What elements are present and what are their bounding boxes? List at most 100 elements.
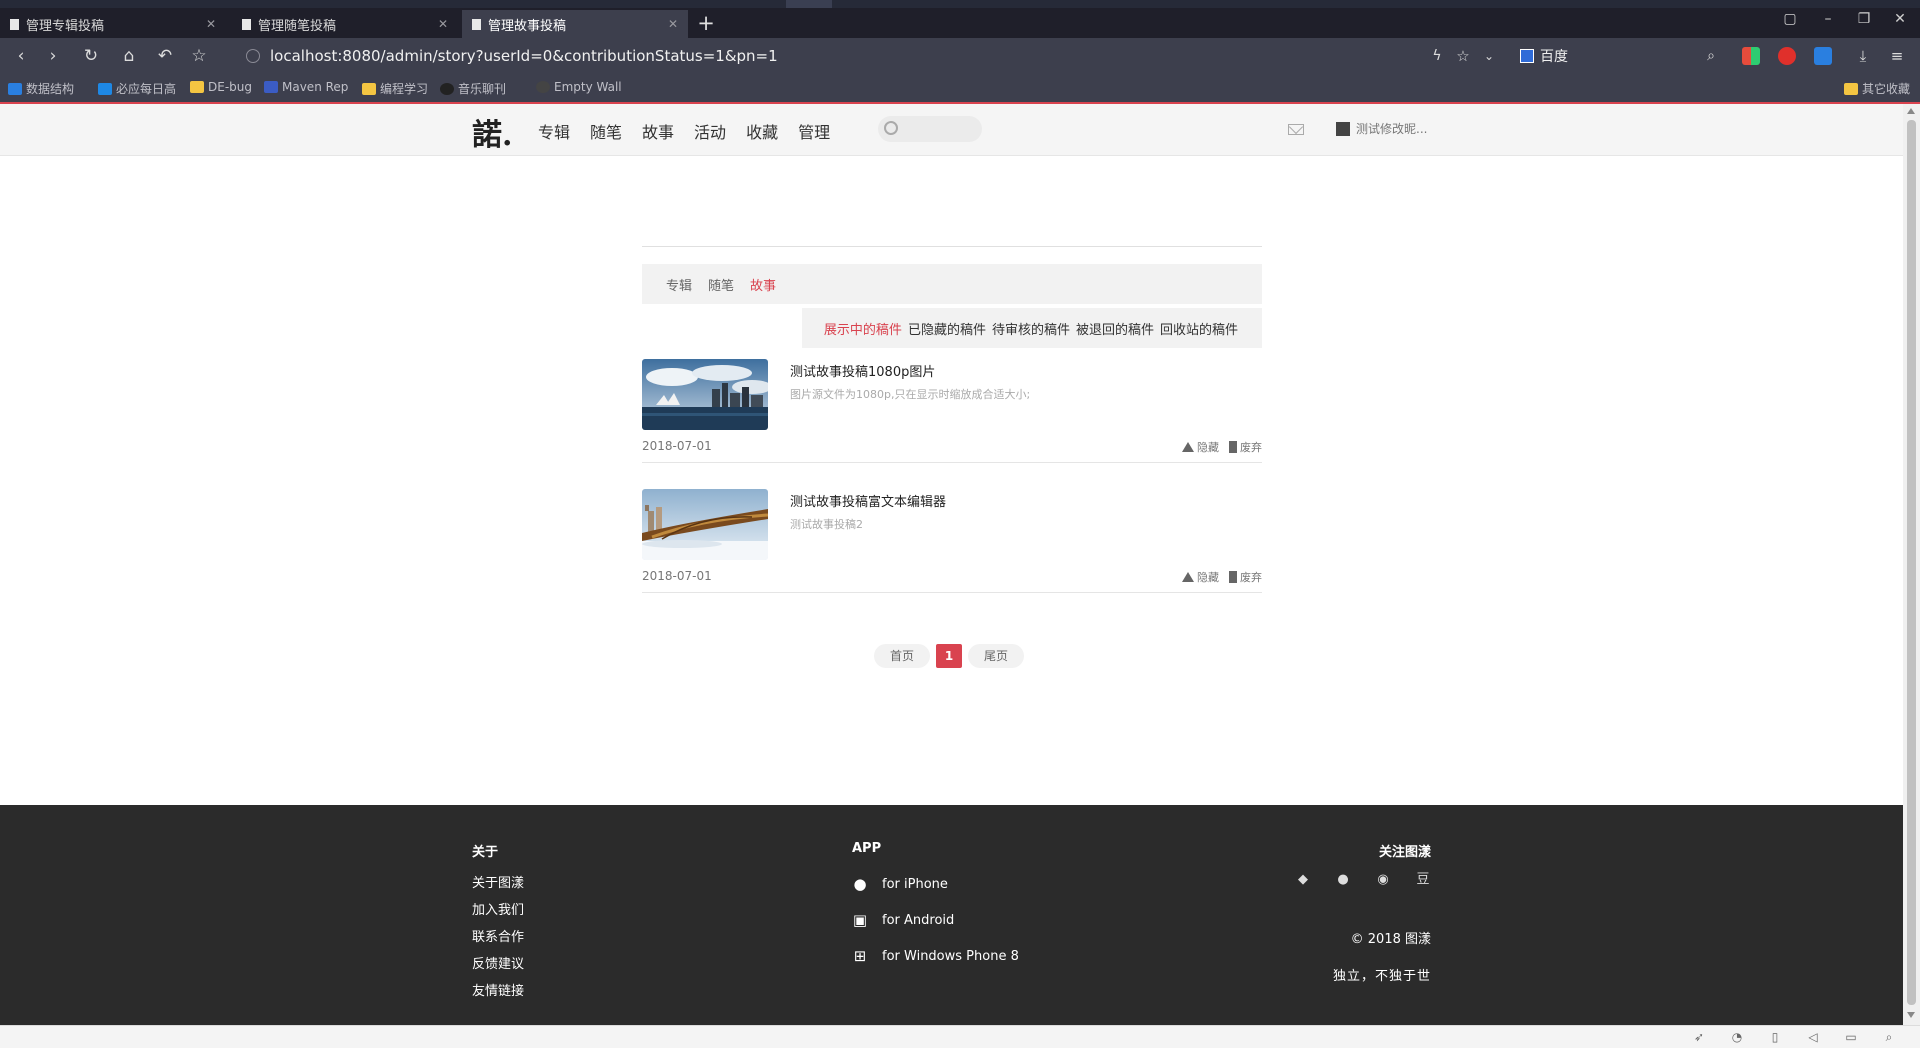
close-icon[interactable]: ✕	[438, 17, 448, 31]
minimize-icon[interactable]: –	[1816, 11, 1840, 27]
lightning-icon[interactable]: ϟ	[1426, 45, 1448, 67]
post-description: 测试故事投稿2	[790, 518, 863, 531]
last-page-button[interactable]: 尾页	[968, 644, 1025, 668]
post-description: 图片源文件为1080p,只在显示时缩放成合适大小;	[790, 388, 1031, 401]
new-tab-button[interactable]: +	[694, 10, 718, 36]
taskbar-clock	[786, 0, 832, 8]
download-icon[interactable]: ⤓	[1852, 45, 1874, 67]
status-hidden[interactable]: 已隐藏的稿件	[908, 319, 986, 338]
speed-icon[interactable]: ◔	[1730, 1030, 1744, 1044]
bookmark-item[interactable]: Empty Wall	[536, 80, 622, 94]
reload-icon[interactable]: ↻	[80, 45, 102, 67]
zhihu-extension-icon[interactable]	[1814, 47, 1832, 65]
status-showing[interactable]: 展示中的稿件	[824, 319, 902, 338]
bookmark-item[interactable]: 编程学习	[362, 80, 428, 97]
qq-icon[interactable]: ◆	[1295, 872, 1311, 888]
tab-album[interactable]: 专辑	[666, 275, 692, 294]
app-windows-link[interactable]: ⊞ for Windows Phone 8	[852, 948, 1019, 964]
status-recycle[interactable]: 回收站的稿件	[1160, 319, 1238, 338]
zoom-icon[interactable]: ⌕	[1882, 1030, 1896, 1044]
current-page[interactable]: 1	[936, 644, 963, 668]
bookmark-item[interactable]: 必应每日高	[98, 80, 176, 97]
douban-icon[interactable]: 豆	[1415, 872, 1431, 888]
shirt-skin-icon[interactable]: ▢	[1778, 11, 1802, 27]
opera-extension-icon[interactable]	[1778, 47, 1796, 65]
browser-tab-album[interactable]: 管理专辑投稿 ✕	[0, 10, 226, 38]
hide-button[interactable]: 隐藏	[1182, 569, 1219, 585]
user-menu[interactable]: 测试修改昵...	[1336, 120, 1427, 137]
favorite-star-icon[interactable]: ☆	[188, 45, 210, 67]
search-icon[interactable]: ⌕	[1700, 45, 1722, 67]
scroll-up-arrow[interactable]	[1907, 108, 1915, 114]
bookmark-item[interactable]: DE-bug	[190, 80, 252, 94]
weibo-icon[interactable]: ◉	[1375, 872, 1391, 888]
bookmark-item[interactable]: Maven Rep	[264, 80, 348, 94]
status-pending[interactable]: 待审核的稿件	[992, 319, 1070, 338]
discard-button[interactable]: 废弃	[1229, 439, 1262, 455]
tab-essay[interactable]: 随笔	[708, 275, 734, 294]
bing-icon	[98, 82, 112, 95]
chevron-down-icon[interactable]: ⌄	[1478, 45, 1500, 67]
nav-story[interactable]: 故事	[642, 119, 674, 143]
hide-button[interactable]: 隐藏	[1182, 439, 1219, 455]
footer-about: 关于 关于图漾 加入我们 联系合作 反馈建议 友情链接	[472, 841, 524, 1007]
tab-story[interactable]: 故事	[750, 275, 776, 294]
bookmarks-bar: 数据结构 必应每日高 DE-bug Maven Rep 编程学习 音乐聊刊 Em…	[0, 74, 1920, 104]
trash-icon	[1229, 571, 1237, 583]
home-icon[interactable]: ⌂	[118, 45, 140, 67]
apps-icon[interactable]	[1742, 47, 1760, 65]
discard-button[interactable]: 废弃	[1229, 569, 1262, 585]
post-title[interactable]: 测试故事投稿富文本编辑器	[790, 491, 946, 510]
first-page-button[interactable]: 首页	[874, 644, 931, 668]
status-tabs: 展示中的稿件 已隐藏的稿件 待审核的稿件 被退回的稿件 回收站的稿件	[802, 308, 1262, 348]
browser-tab-story[interactable]: 管理故事投稿 ✕	[462, 10, 688, 38]
rocket-icon[interactable]: ➶	[1692, 1030, 1706, 1044]
nav-favorites[interactable]: 收藏	[746, 119, 778, 143]
close-icon[interactable]: ✕	[668, 17, 678, 31]
wechat-icon[interactable]: ●	[1335, 872, 1351, 888]
close-icon[interactable]: ✕	[206, 17, 216, 31]
footer-link-about[interactable]: 关于图漾	[472, 872, 524, 891]
bookmark-item[interactable]: 音乐聊刊	[440, 80, 506, 97]
menu-icon[interactable]: ≡	[1886, 45, 1908, 67]
status-rejected[interactable]: 被退回的稿件	[1076, 319, 1154, 338]
bookmark-star-icon[interactable]: ☆	[1452, 45, 1474, 67]
footer-link-friends[interactable]: 友情链接	[472, 980, 524, 999]
scroll-down-arrow[interactable]	[1907, 1012, 1915, 1018]
site-search-box[interactable]	[878, 116, 982, 142]
nav-admin[interactable]: 管理	[798, 119, 830, 143]
app-iphone-link[interactable]: ● for iPhone	[852, 876, 1019, 892]
apple-icon: ●	[853, 875, 867, 893]
bookmark-other[interactable]: 其它收藏	[1844, 80, 1910, 97]
nav-essay[interactable]: 随笔	[590, 119, 622, 143]
back-icon[interactable]: ‹	[10, 45, 32, 67]
url-text[interactable]: localhost:8080/admin/story?userId=0&cont…	[270, 47, 778, 65]
nav-activity[interactable]: 活动	[694, 119, 726, 143]
document-icon	[472, 18, 481, 30]
page-scrollbar[interactable]	[1903, 104, 1920, 1025]
restore-icon[interactable]: ❐	[1852, 11, 1876, 27]
address-bar[interactable]: localhost:8080/admin/story?userId=0&cont…	[236, 43, 1416, 69]
nav-album[interactable]: 专辑	[538, 119, 570, 143]
footer-link-contact[interactable]: 联系合作	[472, 926, 524, 945]
forward-icon[interactable]: ›	[42, 45, 64, 67]
scroll-thumb[interactable]	[1907, 120, 1916, 1005]
post-thumbnail[interactable]	[642, 489, 768, 560]
bookmark-item[interactable]: 数据结构	[8, 80, 74, 97]
undo-close-icon[interactable]: ↶	[154, 45, 176, 67]
trash-icon[interactable]: ▯	[1768, 1030, 1782, 1044]
footer-link-feedback[interactable]: 反馈建议	[472, 953, 524, 972]
post-title[interactable]: 测试故事投稿1080p图片	[790, 361, 935, 380]
site-logo[interactable]: 諾.	[472, 110, 512, 154]
post-thumbnail[interactable]	[642, 359, 768, 430]
search-engine-selector[interactable]: 百度	[1520, 46, 1568, 66]
app-android-link[interactable]: ▣ for Android	[852, 912, 1019, 928]
volume-icon[interactable]: ◁	[1806, 1030, 1820, 1044]
browser-tab-essay[interactable]: 管理随笔投稿 ✕	[232, 10, 458, 38]
footer-link-join[interactable]: 加入我们	[472, 899, 524, 918]
site-search-input[interactable]	[902, 120, 976, 140]
close-window-icon[interactable]: ✕	[1888, 11, 1912, 27]
mail-icon[interactable]	[1288, 124, 1304, 135]
window-icon[interactable]: ▭	[1844, 1030, 1858, 1044]
avatar	[1336, 121, 1350, 136]
